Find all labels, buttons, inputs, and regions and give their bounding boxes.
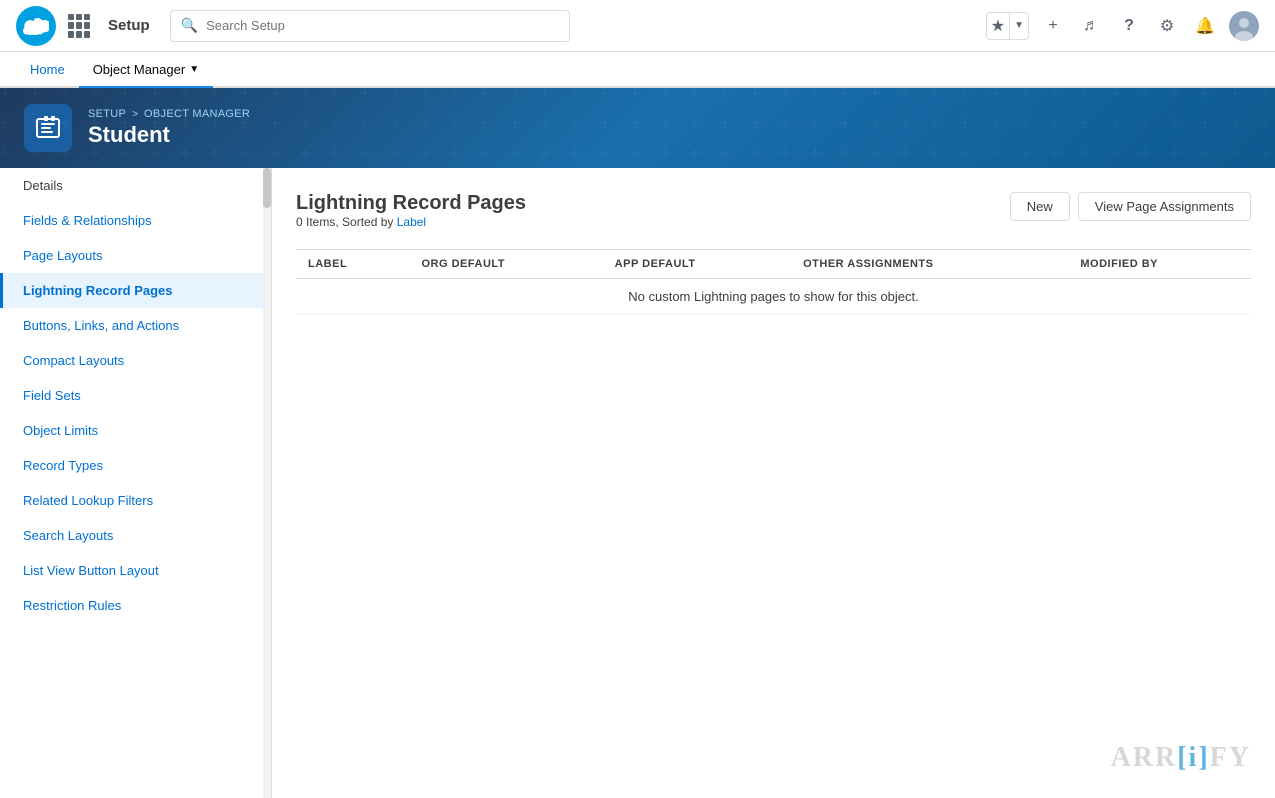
table-header-row: LABEL ORG DEFAULT APP DEFAULT OTHER ASSI… <box>296 250 1251 279</box>
view-page-assignments-button[interactable]: View Page Assignments <box>1078 192 1251 221</box>
secondary-nav: Home Object Manager ▼ <box>0 52 1275 88</box>
help-icon[interactable]: ♬ <box>1077 12 1105 40</box>
nav-icons: ★ ▼ + ♬ ? ⚙ 🔔 <box>986 11 1259 41</box>
object-manager-arrow: ▼ <box>189 64 199 75</box>
favorites-dropdown[interactable]: ★ ▼ <box>986 12 1029 40</box>
settings-icon[interactable]: ⚙ <box>1153 12 1181 40</box>
main-container: Details Fields & Relationships Page Layo… <box>0 168 1275 798</box>
data-table: LABEL ORG DEFAULT APP DEFAULT OTHER ASSI… <box>296 249 1251 315</box>
content-title-group: Lightning Record Pages 0 Items, Sorted b… <box>296 192 526 245</box>
grid-icon[interactable] <box>68 14 92 38</box>
content-title: Lightning Record Pages <box>296 192 526 215</box>
sidebar-item-field-sets[interactable]: Field Sets <box>0 378 271 413</box>
sidebar-item-page-layouts[interactable]: Page Layouts <box>0 238 271 273</box>
content-subtitle: 0 Items, Sorted by Label <box>296 215 526 229</box>
watermark-bracket-i: [i] <box>1177 742 1209 773</box>
sidebar-item-list-view-button-layout[interactable]: List View Button Layout <box>0 553 271 588</box>
sidebar-item-search-layouts[interactable]: Search Layouts <box>0 518 271 553</box>
col-app-default: APP DEFAULT <box>603 250 791 279</box>
sidebar: Details Fields & Relationships Page Layo… <box>0 168 272 798</box>
search-bar[interactable]: 🔍 <box>170 10 570 42</box>
setup-title: Setup <box>108 17 150 34</box>
empty-message: No custom Lightning pages to show for th… <box>296 279 1251 315</box>
sidebar-item-lightning-record-pages[interactable]: Lightning Record Pages <box>0 273 271 308</box>
scroll-thumb[interactable] <box>263 168 271 208</box>
new-button[interactable]: New <box>1010 192 1070 221</box>
content-area: Lightning Record Pages 0 Items, Sorted b… <box>272 168 1275 798</box>
sidebar-item-details[interactable]: Details <box>0 168 271 203</box>
top-nav: Setup 🔍 ★ ▼ + ♬ ? ⚙ 🔔 <box>0 0 1275 52</box>
breadcrumb-area: SETUP > OBJECT MANAGER Student <box>88 108 250 148</box>
breadcrumb-setup[interactable]: SETUP <box>88 108 126 120</box>
content-header: Lightning Record Pages 0 Items, Sorted b… <box>296 192 1251 245</box>
sidebar-item-restriction-rules[interactable]: Restriction Rules <box>0 588 271 623</box>
empty-row: No custom Lightning pages to show for th… <box>296 279 1251 315</box>
watermark: ARR[i]FY <box>1111 742 1251 774</box>
table-header: LABEL ORG DEFAULT APP DEFAULT OTHER ASSI… <box>296 250 1251 279</box>
sidebar-item-object-limits[interactable]: Object Limits <box>0 413 271 448</box>
table-body: No custom Lightning pages to show for th… <box>296 279 1251 315</box>
sidebar-item-compact-layouts[interactable]: Compact Layouts <box>0 343 271 378</box>
search-input[interactable] <box>206 18 559 33</box>
avatar[interactable] <box>1229 11 1259 41</box>
sidebar-item-buttons-links-actions[interactable]: Buttons, Links, and Actions <box>0 308 271 343</box>
add-button[interactable]: + <box>1039 12 1067 40</box>
scroll-track <box>263 168 271 798</box>
sidebar-item-fields-relationships[interactable]: Fields & Relationships <box>0 203 271 238</box>
col-other-assignments: OTHER ASSIGNMENTS <box>791 250 1068 279</box>
page-title: Student <box>88 122 250 148</box>
star-icon[interactable]: ★ <box>987 16 1009 36</box>
question-icon[interactable]: ? <box>1115 12 1143 40</box>
breadcrumb: SETUP > OBJECT MANAGER <box>88 108 250 120</box>
col-org-default: ORG DEFAULT <box>410 250 603 279</box>
bell-icon[interactable]: 🔔 <box>1191 12 1219 40</box>
salesforce-logo[interactable] <box>16 6 56 46</box>
search-icon: 🔍 <box>181 17 198 34</box>
sorted-by-link[interactable]: Label <box>397 215 426 229</box>
breadcrumb-sep1: > <box>132 109 138 120</box>
tab-home[interactable]: Home <box>16 52 79 88</box>
col-label: LABEL <box>296 250 410 279</box>
favorites-arrow[interactable]: ▼ <box>1009 13 1028 39</box>
col-modified-by: MODIFIED BY <box>1068 250 1251 279</box>
object-icon <box>24 104 72 152</box>
breadcrumb-object-manager[interactable]: OBJECT MANAGER <box>144 108 250 120</box>
header-banner: SETUP > OBJECT MANAGER Student <box>0 88 1275 168</box>
sidebar-item-related-lookup-filters[interactable]: Related Lookup Filters <box>0 483 271 518</box>
sidebar-item-record-types[interactable]: Record Types <box>0 448 271 483</box>
tab-object-manager[interactable]: Object Manager ▼ <box>79 52 213 88</box>
content-actions: New View Page Assignments <box>1010 192 1251 221</box>
